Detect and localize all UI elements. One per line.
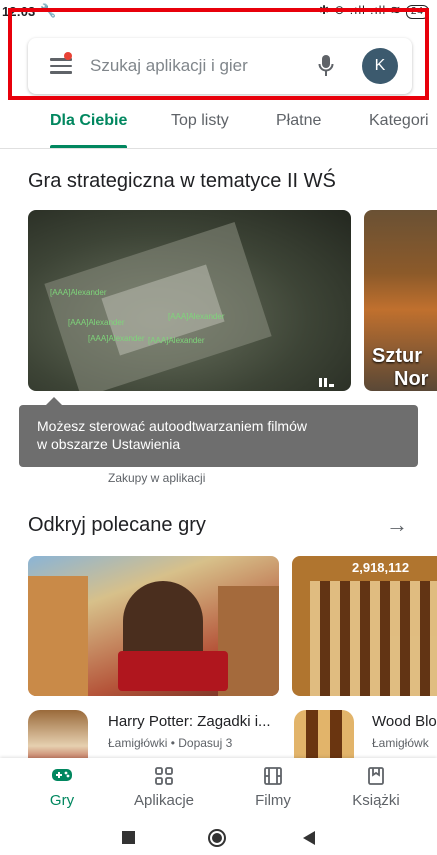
- bookmark-icon: [326, 766, 426, 790]
- nav-item-gry[interactable]: Gry: [12, 766, 112, 809]
- nav-label: Filmy: [255, 792, 291, 809]
- game-card-title-line1: Sztur: [372, 345, 422, 367]
- nav-item-filmy[interactable]: Filmy: [223, 766, 323, 809]
- tab-platne[interactable]: Płatne: [276, 112, 321, 130]
- game-card-next[interactable]: Sztur Nor: [364, 210, 437, 391]
- highlight-frame: [8, 8, 429, 100]
- video-tag: [AAA]Alexander: [88, 334, 145, 343]
- arrow-right-icon[interactable]: →: [386, 512, 408, 538]
- bottom-nav: Gry Aplikacje Filmy Książki: [0, 758, 437, 820]
- section-title-featured: Odkryj polecane gry: [28, 514, 206, 536]
- video-card[interactable]: [AAA]Alexander [AAA]Alexander [AAA]Alexa…: [28, 210, 351, 391]
- app-name[interactable]: Harry Potter: Zagadki i...: [108, 713, 271, 730]
- recents-icon[interactable]: [122, 831, 135, 844]
- game-card-wood-block[interactable]: 2,918,112: [292, 556, 437, 696]
- video-tag: [AAA]Alexander: [50, 288, 107, 297]
- nav-label: Książki: [352, 792, 400, 809]
- nav-label: Gry: [49, 792, 75, 809]
- film-icon: [223, 766, 323, 790]
- tab-top-listy[interactable]: Top listy: [171, 112, 229, 130]
- apps-grid-icon: [114, 766, 214, 790]
- autoplay-tooltip[interactable]: Możesz sterować autoodtwarzaniem filmów …: [19, 405, 418, 467]
- video-quality-icon: [319, 369, 341, 387]
- section-title-strategy: Gra strategiczna w tematyce II WŚ: [28, 170, 336, 192]
- video-tag: [AAA]Alexander: [148, 336, 205, 345]
- game-art-grid: [310, 581, 437, 696]
- nav-label: Aplikacje: [133, 792, 195, 809]
- nav-item-ksiazki[interactable]: Książki: [326, 766, 426, 809]
- game-art-chest: [118, 651, 228, 691]
- tab-kategorie[interactable]: Kategori: [369, 112, 429, 130]
- app-name[interactable]: Wood Blo: [372, 713, 437, 730]
- tab-dla-ciebie[interactable]: Dla Ciebie: [50, 112, 127, 130]
- game-card-harry-potter[interactable]: [28, 556, 279, 696]
- gamepad-icon: [12, 766, 112, 790]
- system-nav-bar: [0, 820, 437, 855]
- tooltip-line2: w obszarze Ustawienia: [37, 436, 181, 452]
- home-icon[interactable]: [207, 828, 227, 848]
- back-icon[interactable]: [302, 830, 316, 846]
- tabs-divider: [0, 148, 437, 149]
- game-score: 2,918,112: [352, 560, 410, 575]
- app-meta: Łamigłówki • Dopasuj 3: [108, 736, 233, 750]
- video-tag: [AAA]Alexander: [168, 312, 225, 321]
- game-card-title-line2: Nor: [394, 368, 429, 390]
- in-app-purchases-label: Zakupy w aplikacji: [108, 471, 206, 485]
- video-tag: [AAA]Alexander: [68, 318, 125, 327]
- tooltip-line1: Możesz sterować autoodtwarzaniem filmów: [37, 418, 307, 434]
- nav-item-aplikacje[interactable]: Aplikacje: [114, 766, 214, 809]
- app-meta: Łamigłówk: [372, 736, 429, 750]
- game-art-building: [28, 576, 88, 696]
